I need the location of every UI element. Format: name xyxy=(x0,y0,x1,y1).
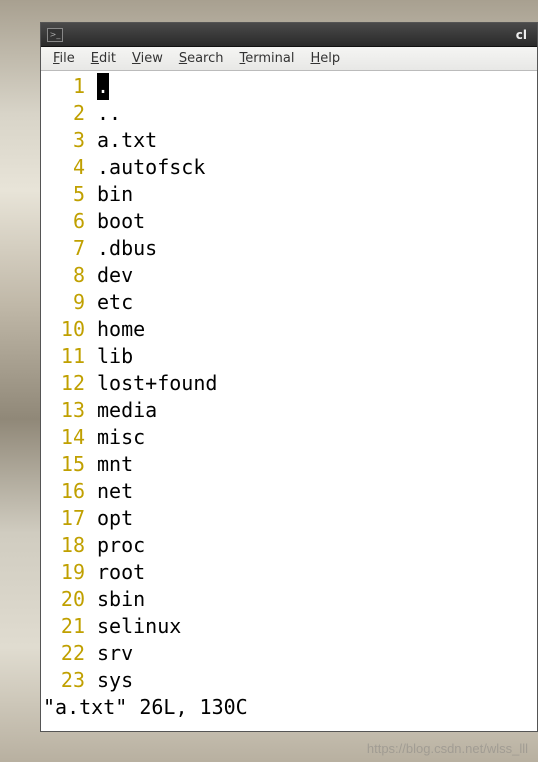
editor-line: 11lib xyxy=(41,343,537,370)
line-number: 5 xyxy=(41,181,97,208)
editor-line: 6boot xyxy=(41,208,537,235)
line-content: selinux xyxy=(97,613,181,640)
editor-line: 4.autofsck xyxy=(41,154,537,181)
menu-terminal[interactable]: Terminal xyxy=(232,49,303,68)
line-number: 8 xyxy=(41,262,97,289)
line-content: .dbus xyxy=(97,235,157,262)
editor-line: 13media xyxy=(41,397,537,424)
terminal-window: >_ cl File Edit View Search Terminal Hel… xyxy=(40,22,538,732)
editor-line: 15mnt xyxy=(41,451,537,478)
titlebar[interactable]: >_ cl xyxy=(41,23,537,47)
line-number: 7 xyxy=(41,235,97,262)
editor-line: 5bin xyxy=(41,181,537,208)
line-number: 13 xyxy=(41,397,97,424)
line-content: boot xyxy=(97,208,145,235)
vim-status-line: "a.txt" 26L, 130C xyxy=(41,694,537,721)
line-content: a.txt xyxy=(97,127,157,154)
editor-line: 9etc xyxy=(41,289,537,316)
line-number: 22 xyxy=(41,640,97,667)
line-number: 6 xyxy=(41,208,97,235)
line-number: 17 xyxy=(41,505,97,532)
line-number: 1 xyxy=(41,73,97,100)
line-content: lib xyxy=(97,343,133,370)
line-number: 14 xyxy=(41,424,97,451)
line-content: proc xyxy=(97,532,145,559)
editor-line: 14misc xyxy=(41,424,537,451)
line-content: sys xyxy=(97,667,133,694)
line-content: media xyxy=(97,397,157,424)
line-number: 2 xyxy=(41,100,97,127)
line-content: opt xyxy=(97,505,133,532)
cursor: . xyxy=(97,73,109,100)
editor-line: 7.dbus xyxy=(41,235,537,262)
window-icon: >_ xyxy=(47,28,63,42)
line-content: lost+found xyxy=(97,370,217,397)
line-content: root xyxy=(97,559,145,586)
line-number: 4 xyxy=(41,154,97,181)
editor-line: 16net xyxy=(41,478,537,505)
line-content: net xyxy=(97,478,133,505)
menu-file[interactable]: File xyxy=(45,49,83,68)
line-content: mnt xyxy=(97,451,133,478)
menu-edit[interactable]: Edit xyxy=(83,49,124,68)
editor-line: 19root xyxy=(41,559,537,586)
menu-search[interactable]: Search xyxy=(171,49,232,68)
line-content: . xyxy=(97,73,109,100)
editor-line: 22srv xyxy=(41,640,537,667)
line-number: 20 xyxy=(41,586,97,613)
line-number: 11 xyxy=(41,343,97,370)
line-number: 9 xyxy=(41,289,97,316)
editor-line: 23sys xyxy=(41,667,537,694)
editor-line: 17opt xyxy=(41,505,537,532)
menu-help[interactable]: Help xyxy=(302,49,348,68)
line-number: 10 xyxy=(41,316,97,343)
editor-line: 21selinux xyxy=(41,613,537,640)
line-number: 19 xyxy=(41,559,97,586)
editor-line: 3a.txt xyxy=(41,127,537,154)
line-number: 16 xyxy=(41,478,97,505)
window-title: cl xyxy=(69,28,531,42)
line-content: misc xyxy=(97,424,145,451)
line-number: 23 xyxy=(41,667,97,694)
line-number: 3 xyxy=(41,127,97,154)
menu-view[interactable]: View xyxy=(124,49,171,68)
editor-line: 12lost+found xyxy=(41,370,537,397)
line-content: .. xyxy=(97,100,121,127)
line-number: 21 xyxy=(41,613,97,640)
line-number: 12 xyxy=(41,370,97,397)
watermark: https://blog.csdn.net/wlss_lll xyxy=(367,741,528,756)
editor-line: 8dev xyxy=(41,262,537,289)
menubar: File Edit View Search Terminal Help xyxy=(41,47,537,71)
editor-line: 1. xyxy=(41,73,537,100)
editor-line: 18proc xyxy=(41,532,537,559)
editor-line: 2.. xyxy=(41,100,537,127)
terminal-content[interactable]: 1.2..3a.txt4.autofsck5bin6boot7.dbus8dev… xyxy=(41,71,537,731)
line-content: srv xyxy=(97,640,133,667)
line-content: home xyxy=(97,316,145,343)
line-content: dev xyxy=(97,262,133,289)
line-content: bin xyxy=(97,181,133,208)
line-content: etc xyxy=(97,289,133,316)
line-number: 18 xyxy=(41,532,97,559)
editor-line: 10home xyxy=(41,316,537,343)
editor-line: 20sbin xyxy=(41,586,537,613)
line-content: .autofsck xyxy=(97,154,205,181)
line-number: 15 xyxy=(41,451,97,478)
line-content: sbin xyxy=(97,586,145,613)
